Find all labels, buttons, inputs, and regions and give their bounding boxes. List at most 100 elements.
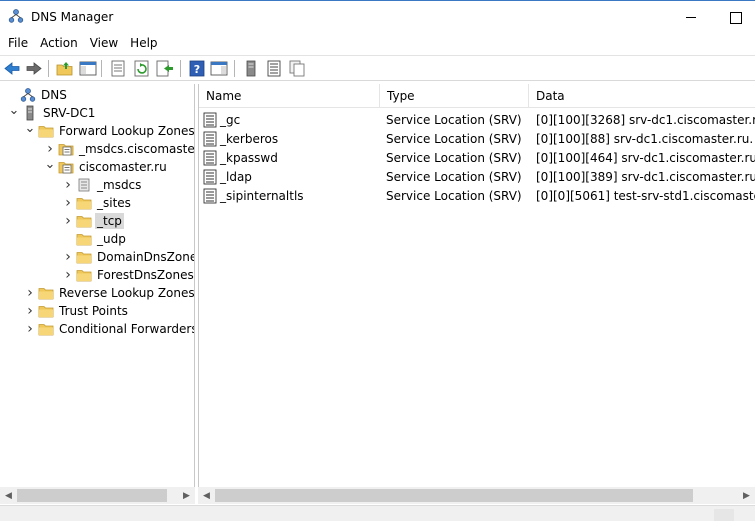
tree-item[interactable]: ⌄ ciscomaster.ru bbox=[44, 155, 169, 176]
window-title: DNS Manager bbox=[31, 10, 114, 24]
chevron-down-icon[interactable]: ⌄ bbox=[24, 119, 36, 137]
record-name-cell: _kerberos bbox=[203, 129, 380, 148]
srv-record-icon bbox=[203, 112, 217, 128]
scroll-left-arrow-icon[interactable]: ◀ bbox=[198, 487, 215, 504]
record-name-cell: _gc bbox=[203, 110, 380, 129]
tree-item[interactable]: ›_msdcs.ciscomaster.ru bbox=[44, 140, 194, 158]
record-list-icon[interactable] bbox=[264, 59, 284, 78]
chevron-right-icon[interactable]: › bbox=[62, 212, 74, 230]
menu-file[interactable]: File bbox=[3, 34, 33, 52]
record-data-cell: [0][100][88] srv-dc1.ciscomaster.ru. bbox=[536, 131, 754, 146]
record-data-cell: [0][100][389] srv-dc1.ciscomaster.ru. bbox=[536, 169, 755, 184]
chevron-right-icon[interactable]: › bbox=[62, 176, 74, 194]
table-row[interactable]: _kpasswd Service Location (SRV) [0][100][4… bbox=[199, 148, 755, 167]
menu-help[interactable]: Help bbox=[125, 34, 162, 52]
tree-item[interactable]: _udp bbox=[62, 230, 128, 248]
status-bar-panel bbox=[714, 509, 734, 521]
tree-horizontal-scrollbar[interactable]: ◀ ▶ bbox=[0, 487, 195, 504]
zone-delegation-icon bbox=[76, 177, 92, 193]
maximize-button[interactable] bbox=[722, 5, 748, 29]
chevron-down-icon[interactable]: ⌄ bbox=[44, 155, 56, 173]
menu-bar: File Action View Help bbox=[0, 32, 755, 54]
folder-icon bbox=[76, 249, 92, 265]
scroll-right-arrow-icon[interactable]: ▶ bbox=[178, 487, 195, 504]
scroll-right-arrow-icon[interactable]: ▶ bbox=[738, 487, 755, 504]
record-type-cell: Service Location (SRV) bbox=[386, 150, 522, 165]
scrollbar-thumb[interactable] bbox=[17, 489, 167, 502]
copy-records-icon[interactable] bbox=[287, 59, 307, 78]
table-row[interactable]: _ldap Service Location (SRV) [0][100][389]… bbox=[199, 167, 755, 186]
list-horizontal-scrollbar[interactable]: ◀ ▶ bbox=[198, 487, 755, 504]
column-header-type[interactable]: Type bbox=[380, 84, 529, 108]
scroll-left-arrow-icon[interactable]: ◀ bbox=[0, 487, 17, 504]
record-name-cell: _ldap bbox=[203, 167, 380, 186]
record-data-cell: [0][100][3268] srv-dc1.ciscomaster.ru. bbox=[536, 112, 755, 127]
menu-action[interactable]: Action bbox=[35, 34, 83, 52]
chevron-right-icon[interactable]: › bbox=[62, 266, 74, 284]
dns-icon bbox=[20, 87, 36, 103]
tree-item[interactable]: › Reverse Lookup Zones bbox=[24, 284, 194, 302]
list-header: Name Type Data bbox=[199, 84, 755, 108]
scrollbar-thumb[interactable] bbox=[215, 489, 693, 502]
minimize-button[interactable] bbox=[678, 5, 704, 29]
tree-item[interactable]: › _tcp bbox=[62, 212, 124, 230]
record-name-cell: _sipinternaltls bbox=[203, 186, 380, 205]
tree-item[interactable]: › _sites bbox=[62, 194, 133, 212]
table-row[interactable]: _gc Service Location (SRV) [0][100][3268] … bbox=[199, 110, 755, 129]
column-header-name[interactable]: Name bbox=[199, 84, 380, 108]
show-hide-action-pane-icon[interactable] bbox=[209, 59, 229, 78]
zone-icon bbox=[58, 141, 74, 157]
table-row[interactable]: _sipinternaltls Service Location (SRV) [0]… bbox=[199, 186, 755, 205]
record-name: _ldap bbox=[220, 169, 252, 184]
tree-item[interactable]: › Conditional Forwarders bbox=[24, 320, 194, 338]
chevron-right-icon[interactable]: › bbox=[24, 302, 36, 320]
toolbar-separator bbox=[48, 60, 49, 77]
folder-icon bbox=[38, 285, 54, 301]
results-list: Name Type Data _gc Service Location (SRV)… bbox=[198, 84, 755, 504]
folder-icon bbox=[76, 213, 92, 229]
folder-icon bbox=[76, 267, 92, 283]
forward-arrow-icon[interactable] bbox=[24, 59, 44, 78]
tree-item[interactable]: › Trust Points bbox=[24, 302, 130, 320]
tree-item-label: Trust Points bbox=[59, 304, 128, 318]
tree-item-label: SRV-DC1 bbox=[43, 106, 96, 120]
folder-icon bbox=[38, 303, 54, 319]
toolbar-separator bbox=[234, 60, 235, 77]
server-icon[interactable] bbox=[241, 59, 261, 78]
zone-icon bbox=[58, 159, 74, 175]
chevron-right-icon[interactable]: › bbox=[62, 194, 74, 212]
srv-record-icon bbox=[203, 150, 217, 166]
chevron-right-icon[interactable]: › bbox=[24, 320, 36, 338]
chevron-right-icon[interactable]: › bbox=[24, 284, 36, 302]
export-list-icon[interactable] bbox=[155, 59, 175, 78]
back-arrow-icon[interactable] bbox=[2, 59, 22, 78]
record-name: _kerberos bbox=[220, 131, 279, 146]
tree-item-label: _udp bbox=[97, 232, 126, 246]
record-type-cell: Service Location (SRV) bbox=[386, 112, 522, 127]
tree-item[interactable]: › _msdcs bbox=[62, 176, 143, 194]
srv-record-icon bbox=[203, 131, 217, 147]
refresh-icon[interactable] bbox=[132, 59, 152, 78]
up-folder-icon[interactable] bbox=[55, 59, 75, 78]
chevron-down-icon[interactable]: ⌄ bbox=[8, 101, 20, 119]
help-icon[interactable]: ? bbox=[187, 59, 207, 78]
tree-item[interactable]: › DomainDnsZones bbox=[62, 248, 194, 266]
srv-record-icon bbox=[203, 169, 217, 185]
tree-item-label: _sites bbox=[97, 196, 131, 210]
table-row[interactable]: _kerberos Service Location (SRV) [0][100][… bbox=[199, 129, 755, 148]
column-header-data[interactable]: Data bbox=[529, 84, 755, 108]
tree-item[interactable]: ⌄ Forward Lookup Zones bbox=[24, 119, 194, 140]
show-hide-tree-icon[interactable] bbox=[78, 59, 98, 78]
properties-icon[interactable] bbox=[108, 59, 128, 78]
tree-item[interactable]: ⌄ SRV-DC1 bbox=[8, 101, 97, 122]
dns-manager-icon bbox=[8, 8, 24, 24]
record-name: _gc bbox=[220, 112, 241, 127]
record-type-cell: Service Location (SRV) bbox=[386, 131, 522, 146]
menu-view[interactable]: View bbox=[85, 34, 123, 52]
tree-item-label: ForestDnsZones bbox=[97, 268, 194, 282]
chevron-right-icon[interactable]: › bbox=[62, 248, 74, 266]
tree-item[interactable]: › ForestDnsZones bbox=[62, 266, 194, 284]
srv-record-icon bbox=[203, 188, 217, 204]
toolbar-separator bbox=[101, 60, 102, 77]
